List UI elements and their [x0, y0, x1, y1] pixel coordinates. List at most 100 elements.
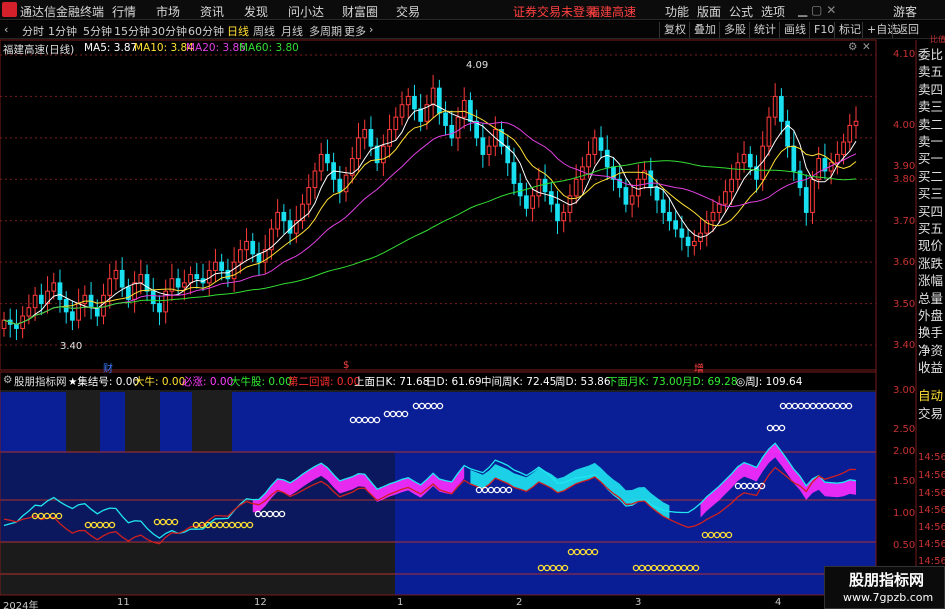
quote-tab[interactable]: 卖三 — [918, 96, 945, 115]
candle-body — [791, 145, 797, 172]
blue-zone — [0, 452, 395, 542]
ma10-value: MA10: 3.84 — [134, 42, 194, 54]
ma60-value: MA60: 3.80 — [239, 42, 299, 54]
low-price-label: 3.40 — [60, 341, 83, 352]
quote-tab[interactable]: 卖五 — [918, 61, 945, 80]
quote-tab[interactable]: 净资 — [918, 340, 945, 359]
quote-tab[interactable]: 买五 — [918, 218, 945, 237]
candle-body — [287, 220, 293, 234]
candle-body — [555, 203, 560, 222]
quote-tab[interactable]: 委比 — [918, 44, 945, 63]
candle-body — [691, 240, 697, 247]
candle-body — [144, 274, 150, 292]
chart-canvas — [0, 39, 917, 596]
candle-body — [113, 269, 119, 280]
candle-body — [38, 294, 44, 305]
candle-body — [14, 323, 19, 329]
quote-tab[interactable]: 收益 — [918, 357, 945, 376]
candle-body — [716, 203, 722, 213]
price-tick: 3.90 — [893, 161, 916, 172]
quote-tab[interactable]: 买四 — [918, 201, 945, 220]
indicator-tick: 1.00 — [893, 508, 916, 519]
candle-body — [735, 162, 741, 180]
blue-zone — [160, 392, 192, 452]
quote-tab[interactable]: 买三 — [918, 183, 945, 202]
candle-body — [468, 100, 473, 122]
indicator-value: 上面日K: 71.68 — [354, 376, 430, 388]
x-axis-label: 1 — [397, 597, 404, 608]
price-tick: 4.10 — [893, 49, 916, 60]
ma5-value: MA5: 3.87 — [84, 42, 138, 54]
candle-body — [393, 116, 399, 131]
candle-body — [436, 87, 442, 114]
quote-tab[interactable]: 买一 — [918, 148, 945, 167]
candle-body — [623, 187, 629, 205]
candle-body — [76, 303, 81, 321]
candle-body — [101, 294, 106, 317]
trade-tab[interactable]: 交易 — [918, 403, 945, 422]
candle-body — [231, 261, 237, 280]
quote-tab[interactable]: 卖四 — [918, 79, 945, 98]
candle-body — [275, 211, 280, 230]
indicator-value: 大牛: 0.00 — [134, 376, 186, 388]
candle-body — [362, 129, 368, 139]
indicator-value: 月D: 69.28 — [682, 376, 738, 388]
x-axis-label: 4 — [775, 597, 782, 608]
quote-tab[interactable]: 外盘 — [918, 305, 945, 324]
indicator-value: 下面月K: 73.00 — [607, 376, 683, 388]
x-axis-label: 2 — [516, 597, 523, 608]
indicator-tick: 1.50 — [893, 476, 916, 487]
candle-body — [592, 137, 598, 155]
candle-body — [741, 153, 747, 164]
candle-body — [803, 187, 809, 213]
candlesticks — [1, 74, 859, 341]
quote-tab[interactable]: 卖一 — [918, 131, 945, 150]
quote-tab[interactable]: 卖二 — [918, 114, 945, 133]
candle-body — [455, 116, 461, 139]
quote-tab[interactable]: 现价 — [918, 235, 945, 254]
candle-body — [418, 108, 424, 122]
watermark-url: www.7gpzb.com — [843, 591, 934, 604]
settings-gear-icon[interactable]: ⚙ — [848, 41, 857, 53]
candle-body — [660, 199, 666, 213]
candle-body — [157, 303, 162, 313]
quote-tab[interactable]: 涨跌 — [918, 253, 945, 272]
quote-tab[interactable]: 涨幅 — [918, 270, 945, 289]
indicator-value: ◎周J: 109.64 — [736, 376, 803, 388]
candle-body — [318, 153, 324, 172]
price-tick: 3.60 — [893, 257, 916, 268]
candle-body — [26, 307, 32, 317]
quote-tab[interactable]: 换手 — [918, 322, 945, 341]
candle-body — [443, 112, 448, 126]
candle-body — [430, 87, 436, 106]
quote-tab[interactable]: 买二 — [918, 166, 945, 185]
candle-body — [779, 95, 784, 122]
candle-body — [219, 261, 225, 271]
watermark-title: 股朋指标网 — [849, 571, 925, 589]
quote-tab[interactable]: 总量 — [918, 288, 945, 307]
ma-line — [3, 103, 857, 325]
indicator-tick: 2.50 — [893, 424, 916, 435]
indicator-value: 周D: 53.86 — [555, 376, 611, 388]
price-tick: 3.70 — [893, 216, 916, 227]
indicator-value: 日D: 61.69 — [426, 376, 482, 388]
candle-body — [772, 95, 778, 118]
candle-body — [119, 269, 125, 288]
indicator-settings-icon[interactable]: ⚙ — [3, 374, 12, 386]
candle-body — [486, 145, 492, 155]
candle-body — [405, 95, 411, 106]
candle-body — [132, 282, 137, 300]
auto-tab[interactable]: 自动 — [918, 385, 945, 404]
candle-body — [194, 274, 200, 280]
ma-line — [3, 110, 857, 325]
time-overlay-label: 14:56 — [918, 470, 945, 481]
event-marker-dividend[interactable]: $ — [343, 360, 349, 371]
candle-body — [524, 195, 529, 209]
candle-body — [461, 100, 467, 118]
x-axis-label: 3 — [635, 597, 642, 608]
candle-body — [834, 153, 840, 164]
candle-body — [648, 170, 654, 189]
close-panel-icon[interactable]: ✕ — [862, 41, 871, 53]
candle-body — [747, 153, 753, 168]
indicator-name[interactable]: 股朋指标网 — [14, 374, 67, 389]
